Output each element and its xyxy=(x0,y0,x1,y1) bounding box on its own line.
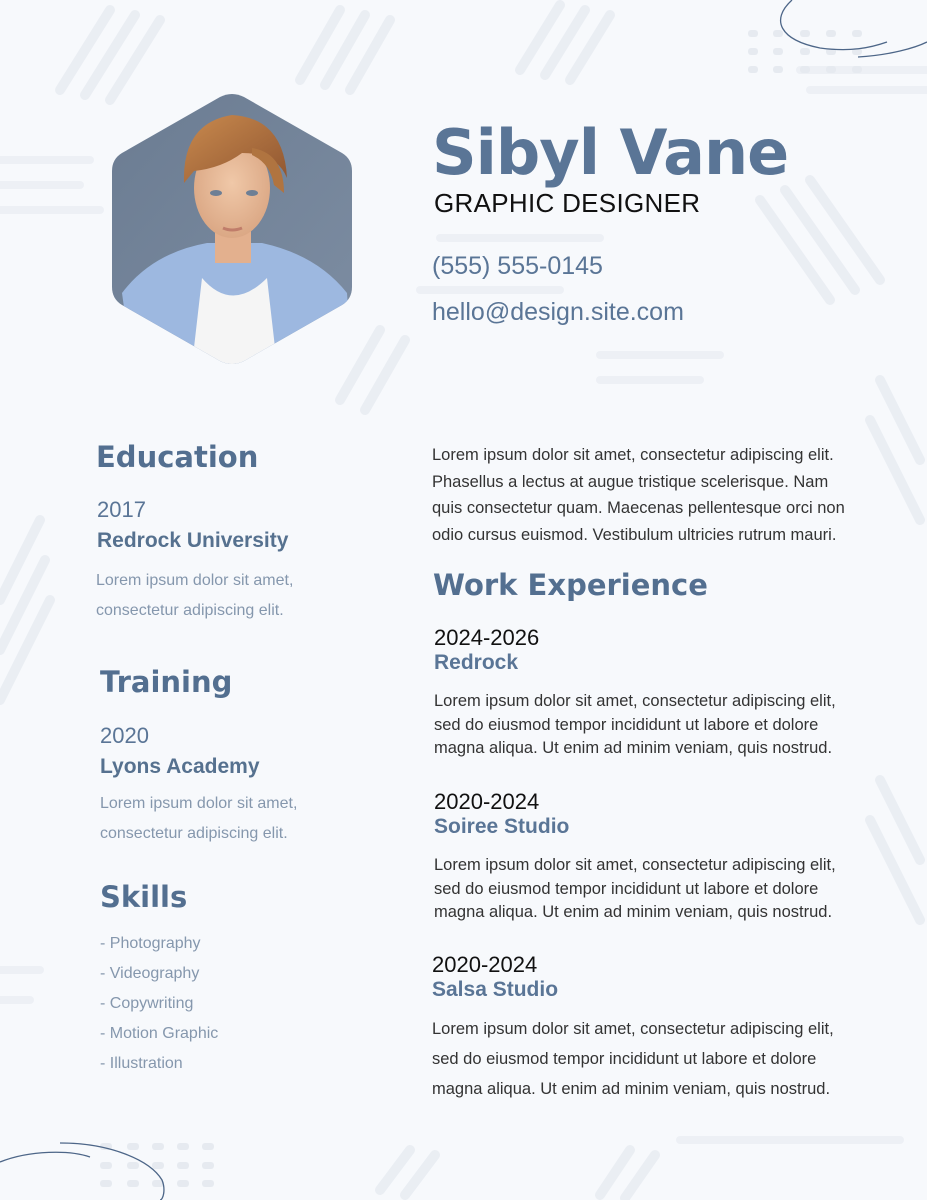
training-description-line: consectetur adipiscing elit. xyxy=(100,825,288,842)
education-heading: Education xyxy=(96,440,259,474)
job-description-line: magna aliqua. Ut enim ad minim veniam, q… xyxy=(432,1080,831,1098)
skills-list: - Photography - Videography - Copywritin… xyxy=(100,929,218,1079)
person-name: Sibyl Vane xyxy=(432,116,789,189)
education-institution: Redrock University xyxy=(97,529,289,552)
training-description: Lorem ipsum dolor sit amet, consectetur … xyxy=(100,789,297,849)
training-heading: Training xyxy=(100,665,233,699)
job-entry: 2024-2026 Redrock Lorem ipsum dolor sit … xyxy=(434,625,864,761)
intro-line: Phasellus a lectus at augue tristique sc… xyxy=(432,472,829,491)
job-title: GRAPHIC DESIGNER xyxy=(434,188,701,218)
intro-line: quis consectetur quam. Maecenas pellente… xyxy=(432,499,845,517)
job-description-line: Lorem ipsum dolor sit amet, consectetur … xyxy=(434,856,836,874)
education-description-line: consectetur adipiscing elit. xyxy=(96,602,284,619)
education-description: Lorem ipsum dolor sit amet, consectetur … xyxy=(96,566,293,626)
intro-line: Lorem ipsum dolor sit amet, consectetur … xyxy=(432,446,834,464)
work-experience-heading: Work Experience xyxy=(433,568,708,602)
skill-item: - Photography xyxy=(100,935,201,952)
job-company: Salsa Studio xyxy=(432,978,559,1001)
training-description-line: Lorem ipsum dolor sit amet, xyxy=(100,795,298,812)
job-description-line: magna aliqua. Ut enim ad minim veniam, q… xyxy=(434,739,833,757)
training-institution: Lyons Academy xyxy=(100,755,260,778)
job-entry: 2020-2024 Salsa Studio Lorem ipsum dolor… xyxy=(432,952,862,1104)
job-company: Redrock xyxy=(434,651,519,674)
job-description-line: Lorem ipsum dolor sit amet, consectetur … xyxy=(434,692,836,710)
job-description-line: Lorem ipsum dolor sit amet, consectetur … xyxy=(432,1020,834,1038)
skill-item: - Illustration xyxy=(100,1055,183,1072)
education-year: 2017 xyxy=(97,497,146,522)
job-description: Lorem ipsum dolor sit amet, consectetur … xyxy=(434,690,864,761)
email-address[interactable]: hello@design.site.com xyxy=(432,298,684,327)
job-years: 2020-2024 xyxy=(434,789,540,814)
job-description-line: sed do eiusmod tempor incididunt ut labo… xyxy=(434,715,819,734)
skill-item: - Motion Graphic xyxy=(100,1025,219,1042)
job-years: 2020-2024 xyxy=(432,952,538,977)
phone-number[interactable]: (555) 555-0145 xyxy=(432,252,603,281)
skill-item: - Videography xyxy=(100,965,200,982)
job-description: Lorem ipsum dolor sit amet, consectetur … xyxy=(434,854,864,925)
job-years: 2024-2026 xyxy=(434,625,540,650)
job-description-line: sed do eiusmod tempor incididunt ut labo… xyxy=(432,1050,817,1068)
training-year: 2020 xyxy=(100,723,149,748)
intro-paragraph: Lorem ipsum dolor sit amet, consectetur … xyxy=(432,442,862,548)
intro-line: odio cursus euismod. Vestibulum ultricie… xyxy=(432,525,837,544)
profile-photo xyxy=(112,94,352,364)
skills-heading: Skills xyxy=(100,880,188,914)
job-description: Lorem ipsum dolor sit amet, consectetur … xyxy=(432,1014,862,1104)
education-description-line: Lorem ipsum dolor sit amet, xyxy=(96,572,294,589)
job-company: Soiree Studio xyxy=(434,815,570,838)
job-description-line: magna aliqua. Ut enim ad minim veniam, q… xyxy=(434,903,833,921)
job-description-line: sed do eiusmod tempor incididunt ut labo… xyxy=(434,879,819,898)
skill-item: - Copywriting xyxy=(100,995,194,1012)
job-entry: 2020-2024 Soiree Studio Lorem ipsum dolo… xyxy=(434,789,864,925)
